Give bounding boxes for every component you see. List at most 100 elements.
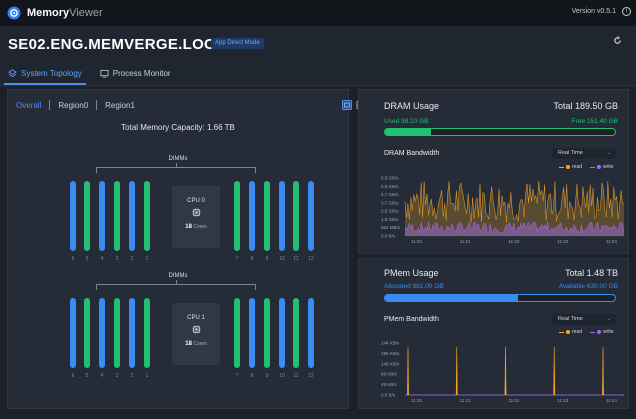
dimm-slot[interactable] [279,298,285,368]
legend-write: write [590,164,614,170]
dimm-slot[interactable] [70,181,76,251]
dimm-slot[interactable] [114,298,120,368]
dimm-slot-number: 2 [130,373,134,379]
legend-read-line [559,331,564,333]
pmem-bandwidth-chart: 0.0 B/s 49 KB/s 98 KB/s 146 KB/s 195 KB/s 244… [381,341,624,403]
dimm-slot[interactable] [308,298,314,368]
dimm-slot[interactable] [99,181,105,251]
header-divider [0,85,636,86]
region-tabs: Overall Region0 Region1 [16,100,135,110]
info-icon[interactable]: i [622,7,631,16]
cpu-block[interactable]: CPU 1 18 Cores [172,303,220,365]
dimm-slot[interactable] [99,298,105,368]
dimm-slot-number: 2 [130,256,134,262]
version-label: Version v0.5.1 [571,8,616,15]
legend-write-dot [597,330,602,334]
pmem-available: Available 630.00 GB [558,283,618,290]
dimm-slot[interactable] [293,181,299,251]
legend-read-dot [566,165,570,169]
legend-read: read [559,164,582,170]
dimm-slot[interactable] [293,298,299,368]
pmem-usage-title: PMem Usage [384,268,439,278]
dimm-slot[interactable] [129,298,135,368]
dimm-slot[interactable] [249,181,255,251]
refresh-icon[interactable] [613,36,622,45]
legend-write-line [590,331,596,333]
dimm-slot[interactable] [114,181,120,251]
y-tick-label: 49 KB/s [381,382,398,387]
dimm-slot[interactable] [249,298,255,368]
y-tick-label: 3.7 GB/s [381,200,399,205]
dimm-slot[interactable] [234,181,240,251]
dram-used: Used 38.10 GB [384,118,429,125]
dimm-slot-number: 3 [115,373,119,379]
cpu-chip-icon [191,208,201,217]
x-tick-label: 11:20 [411,239,422,244]
dram-range-select[interactable]: Real Time ⌄ [552,148,616,159]
cpu-block[interactable]: CPU 0 18 Cores [172,186,220,248]
pmem-legend: read write [559,329,614,335]
dimm-slot[interactable] [70,298,76,368]
dimm-slot[interactable] [84,181,90,251]
x-tick-label: 11:21 [460,239,471,244]
dimm-slot-number: 8 [250,256,254,262]
cpu-chip-icon [191,325,201,334]
x-tick-label: 11:24 [606,239,617,244]
read-spike [602,347,604,396]
cpu-cores-label: Cores [193,224,207,230]
dimms-label: DIMMs [168,156,188,162]
y-tick-label: 954 MB/s [381,225,401,230]
app-name-light: Viewer [69,7,103,19]
dimm-slot-number: 6 [71,256,75,262]
dimm-bracket [96,280,256,290]
tab-process-monitor[interactable]: Process Monitor [92,62,181,84]
legend-write-label: write [603,329,614,335]
dimm-slot-number: 7 [235,373,239,379]
cpu-name: CPU 1 [187,315,205,321]
graphic-view-icon[interactable] [342,100,352,110]
pmem-bandwidth-title: PMem Bandwidth [384,316,439,323]
dimm-slot[interactable] [308,181,314,251]
main-tabs: System Topology Process Monitor [0,62,181,86]
dimm-slot[interactable] [234,298,240,368]
x-tick-label: 11:21 [460,398,471,403]
region-tab-region1[interactable]: Region1 [105,101,135,110]
tab-label: System Topology [21,68,82,78]
legend-read-label: read [572,329,583,335]
dimm-slot[interactable] [144,181,150,251]
region-tab-region0[interactable]: Region0 [58,101,88,110]
y-tick-label: 5.6 GB/s [381,184,399,189]
dimm-slot-number: 10 [279,256,285,262]
dimm-slot[interactable] [144,298,150,368]
dram-usage-bar [384,128,616,136]
dimm-slot[interactable] [84,298,90,368]
dimm-slot-number: 7 [235,256,239,262]
pmem-range-select[interactable]: Real Time ⌄ [552,314,616,325]
monitor-icon [100,69,109,78]
y-tick-label: 2.8 GB/s [381,209,399,214]
x-tick-label: 11:22 [509,398,520,403]
dimm-slot[interactable] [264,181,270,251]
dimm-slot-number: 4 [100,373,104,379]
y-tick-label: 0.0 B/s [381,393,396,398]
read-spike [553,347,556,396]
dram-legend: read write [559,164,614,170]
dimm-slot-number: 11 [293,373,299,379]
x-tick-label: 11:22 [509,239,520,244]
legend-read-line [559,166,564,168]
x-tick-label: 11:23 [557,239,568,244]
dimm-slot[interactable] [264,298,270,368]
dimm-slot[interactable] [279,181,285,251]
dram-total: Total 189.50 GB [553,101,618,111]
cpu-cores-label: Cores [193,341,207,347]
y-tick-label: 146 KB/s [381,361,400,366]
y-tick-label: 0.0 B/s [381,234,396,239]
dimm-slot-number: 6 [71,373,75,379]
tab-system-topology[interactable]: System Topology [0,62,92,85]
read-spike [455,347,458,396]
range-value: Real Time [558,150,583,156]
host-title: SE02.ENG.MEMVERGE.LOCAL [8,36,236,53]
dimm-slot[interactable] [129,181,135,251]
dram-usage-title: DRAM Usage [384,101,440,111]
region-tab-overall[interactable]: Overall [16,101,41,110]
